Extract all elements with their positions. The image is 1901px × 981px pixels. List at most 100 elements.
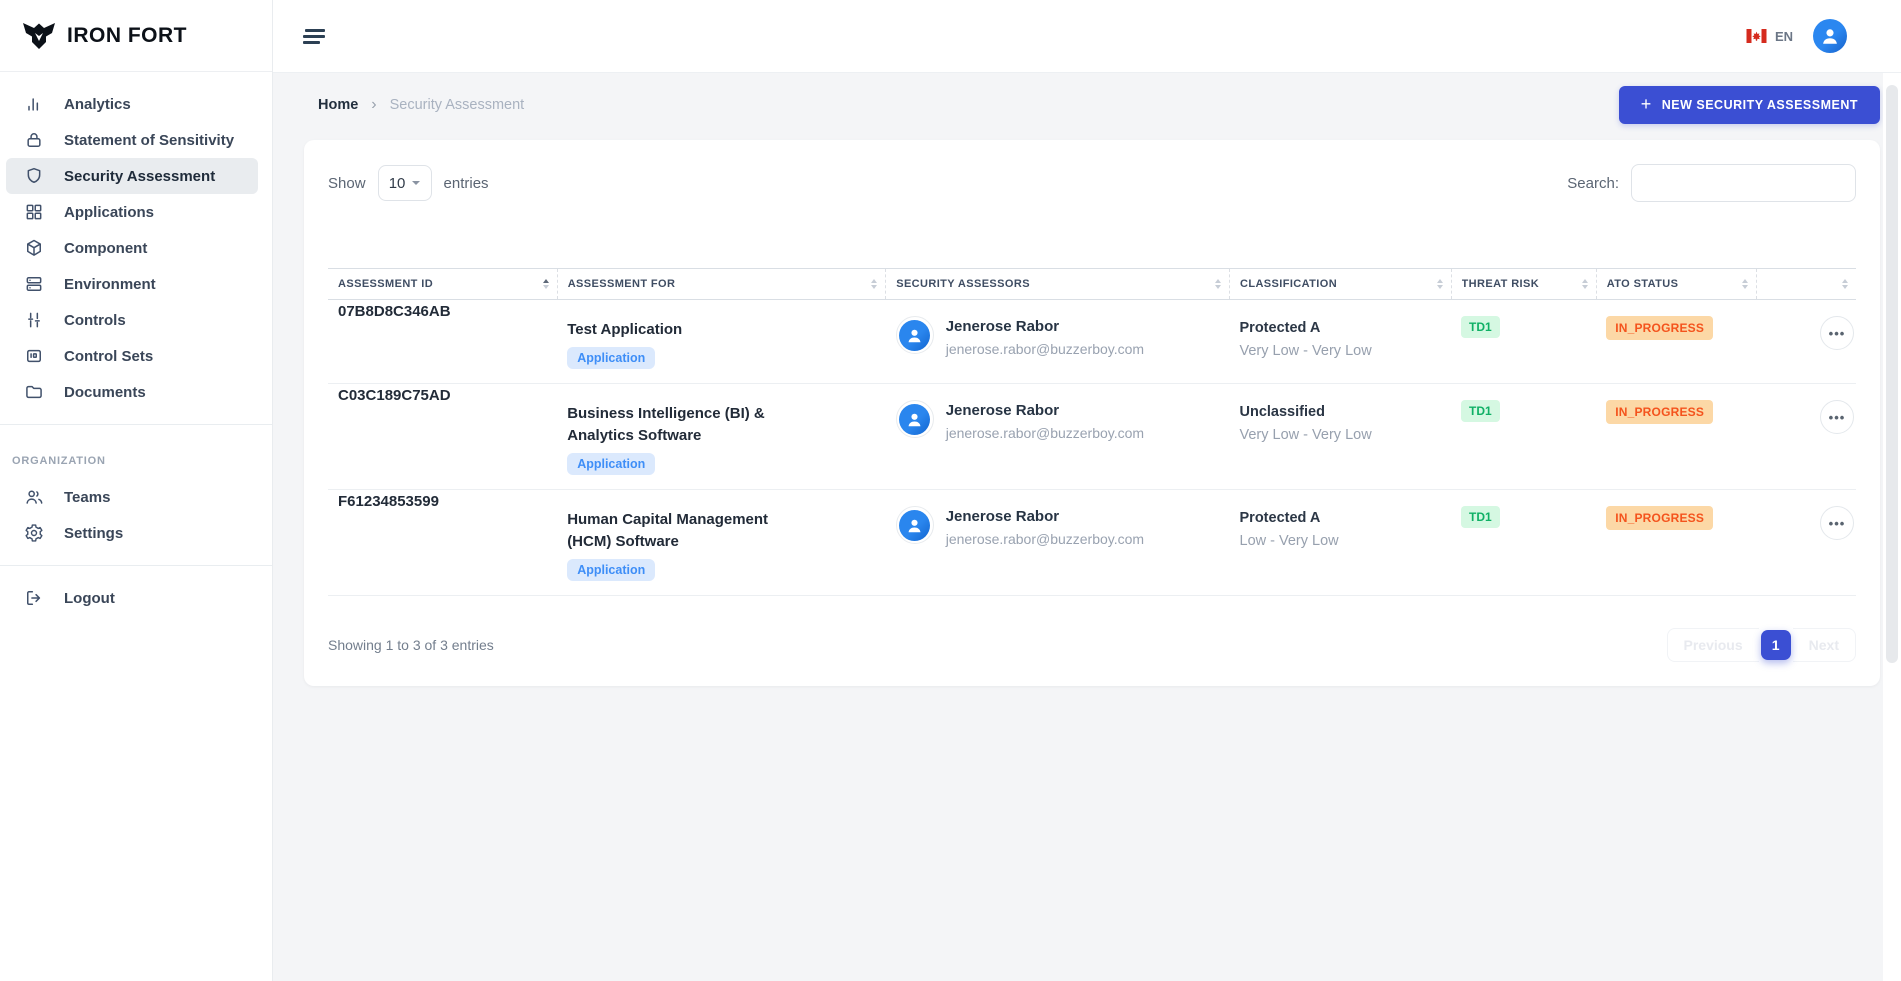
show-label: Show [328, 175, 366, 192]
classification-range: Low - Very Low [1240, 533, 1442, 549]
column-header-actions[interactable] [1757, 269, 1856, 300]
row-actions-button[interactable]: ••• [1820, 400, 1854, 434]
classification-level: Protected A [1240, 506, 1442, 529]
table-footer: Showing 1 to 3 of 3 entries Previous 1 N… [328, 628, 1856, 662]
sidebar-item-label: Settings [64, 525, 123, 542]
assessor-cell: Jenerose Rabor jenerose.rabor@buzzerboy.… [896, 400, 1220, 441]
column-header-assessment-for[interactable]: ASSESSMENT FOR [557, 269, 886, 300]
shield-icon [24, 166, 44, 186]
sidebar-item-label: Component [64, 240, 147, 257]
app-root: IRON FORT Analytics Statement of Sensiti… [0, 0, 1901, 981]
sidebar-item-statement-of-sensitivity[interactable]: Statement of Sensitivity [6, 122, 258, 158]
breadcrumb-current: Security Assessment [390, 97, 525, 113]
showing-entries-text: Showing 1 to 3 of 3 entries [328, 637, 494, 653]
sort-icon [1582, 279, 1588, 289]
assessor-avatar [896, 506, 934, 544]
pagination-next-button[interactable]: Next [1793, 628, 1856, 662]
page-content: Home › Security Assessment + NEW SECURIT… [273, 73, 1901, 981]
scrollbar-thumb[interactable] [1886, 85, 1898, 663]
assessment-id: C03C189C75AD [328, 384, 557, 490]
scrollbar[interactable] [1883, 73, 1901, 981]
sidebar-item-documents[interactable]: Documents [6, 374, 258, 410]
sidebar-item-label: Analytics [64, 96, 131, 113]
sidebar-toggle-button[interactable] [303, 29, 327, 44]
sort-icon [543, 279, 549, 289]
lock-icon [24, 130, 44, 150]
classification-range: Very Low - Very Low [1240, 427, 1442, 443]
sidebar-item-label: Statement of Sensitivity [64, 132, 234, 149]
people-icon [24, 487, 44, 507]
assessment-for-name: Human Capital Management (HCM) Software [567, 506, 782, 553]
ato-status-badge: IN_PROGRESS [1606, 506, 1713, 530]
sidebar-item-environment[interactable]: Environment [6, 266, 258, 302]
sort-icon [1842, 279, 1848, 289]
column-header-threat-risk[interactable]: THREAT RISK [1451, 269, 1596, 300]
breadcrumb-home-link[interactable]: Home [318, 97, 358, 113]
pagination-previous-button[interactable]: Previous [1667, 628, 1759, 662]
person-icon [905, 516, 924, 535]
user-avatar[interactable] [1813, 19, 1847, 53]
sidebar-divider [0, 424, 272, 425]
cube-icon [24, 238, 44, 258]
sidebar-item-logout[interactable]: Logout [6, 580, 258, 616]
table-row[interactable]: 07B8D8C346AB Test Application Applicatio… [328, 300, 1856, 384]
chevron-right-icon: › [371, 96, 376, 114]
ato-status-badge: IN_PROGRESS [1606, 316, 1713, 340]
column-header-assessment-id[interactable]: ASSESSMENT ID [328, 269, 557, 300]
sidebar-item-label: Logout [64, 590, 115, 607]
row-actions-button[interactable]: ••• [1820, 316, 1854, 350]
topbar: EN [273, 0, 1901, 73]
sidebar-item-analytics[interactable]: Analytics [6, 86, 258, 122]
organization-section-label: ORGANIZATION [12, 455, 272, 467]
threat-risk-badge: TD1 [1461, 400, 1500, 422]
card-icon [24, 346, 44, 366]
row-actions-button[interactable]: ••• [1820, 506, 1854, 540]
table-row[interactable]: C03C189C75AD Business Intelligence (BI) … [328, 384, 1856, 490]
entries-label: entries [444, 175, 489, 192]
column-header-security-assessors[interactable]: SECURITY ASSESSORS [886, 269, 1230, 300]
page-size-select[interactable]: 10 [378, 165, 432, 201]
classification-range: Very Low - Very Low [1240, 343, 1442, 359]
assessor-avatar [896, 400, 934, 438]
logout-icon [24, 588, 44, 608]
sidebar-item-controls[interactable]: Controls [6, 302, 258, 338]
gear-icon [24, 523, 44, 543]
assessment-id: F61234853599 [328, 490, 557, 596]
assessor-name: Jenerose Rabor [946, 400, 1144, 422]
sidebar-item-label: Controls [64, 312, 126, 329]
sidebar-item-security-assessment[interactable]: Security Assessment [6, 158, 258, 194]
sidebar-item-label: Applications [64, 204, 154, 221]
type-badge: Application [567, 559, 655, 581]
sidebar-item-control-sets[interactable]: Control Sets [6, 338, 258, 374]
assessor-email: jenerose.rabor@buzzerboy.com [946, 531, 1144, 547]
sliders-icon [24, 310, 44, 330]
assessor-cell: Jenerose Rabor jenerose.rabor@buzzerboy.… [896, 506, 1220, 547]
plus-icon: + [1641, 95, 1652, 113]
topbar-right: EN [1746, 19, 1847, 53]
bar-chart-icon [24, 94, 44, 114]
classification-level: Unclassified [1240, 400, 1442, 423]
brand-logo[interactable]: IRON FORT [0, 0, 272, 72]
grid-icon [24, 202, 44, 222]
sidebar-item-applications[interactable]: Applications [6, 194, 258, 230]
table-row[interactable]: F61234853599 Human Capital Management (H… [328, 490, 1856, 596]
language-selector[interactable]: EN [1746, 29, 1793, 44]
sidebar-item-component[interactable]: Component [6, 230, 258, 266]
assessment-for-name: Business Intelligence (BI) & Analytics S… [567, 400, 782, 447]
column-header-ato-status[interactable]: ATO STATUS [1596, 269, 1756, 300]
brand-name: IRON FORT [67, 24, 187, 48]
main-area: EN Home › Security Assessment + NEW SECU… [273, 0, 1901, 981]
assessment-id: 07B8D8C346AB [328, 300, 557, 384]
search-input[interactable] [1631, 164, 1856, 202]
assessor-name: Jenerose Rabor [946, 316, 1144, 338]
column-header-classification[interactable]: CLASSIFICATION [1230, 269, 1452, 300]
sidebar-item-settings[interactable]: Settings [6, 515, 258, 551]
page-size-value: 10 [389, 175, 406, 192]
language-code: EN [1775, 29, 1793, 44]
sidebar-item-label: Control Sets [64, 348, 153, 365]
new-security-assessment-button[interactable]: + NEW SECURITY ASSESSMENT [1619, 86, 1880, 124]
type-badge: Application [567, 453, 655, 475]
sidebar-item-label: Security Assessment [64, 168, 215, 185]
sidebar-item-teams[interactable]: Teams [6, 479, 258, 515]
pagination-page-1-button[interactable]: 1 [1761, 630, 1791, 660]
